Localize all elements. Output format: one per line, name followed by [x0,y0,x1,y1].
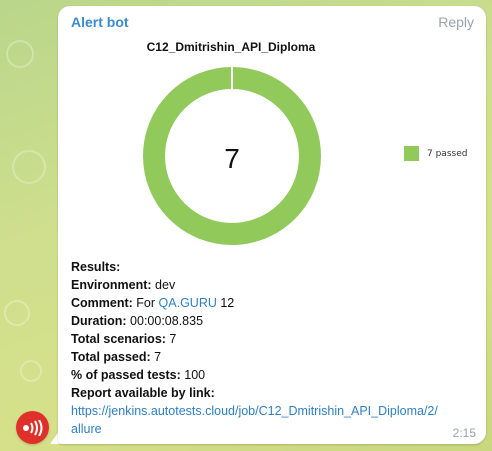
total-scenarios-label: Total scenarios: [71,332,166,346]
total-passed-value: 7 [154,350,162,364]
environment-label: Environment: [71,278,152,292]
background-doodle [12,150,46,184]
background-doodle [20,360,42,382]
bot-avatar[interactable] [16,411,49,444]
duration-label: Duration: [71,314,127,328]
comment-suffix: 12 [220,296,235,310]
total-scenarios-row: Total scenarios: 7 [71,330,481,348]
total-scenarios-value: 7 [169,332,177,346]
comment-label: Comment: [71,296,133,310]
qa-guru-link[interactable]: QA.GURU [159,296,217,310]
donut-chart: 7 [143,66,321,245]
results-heading: Results: [71,260,121,274]
legend-label-passed: 7 passed [427,148,468,159]
environment-row: Environment: dev [71,276,481,294]
background-doodle [6,40,34,68]
legend-swatch-passed [404,146,419,161]
percent-passed-row: % of passed tests: 100 [71,366,481,384]
message-bubble: Alert bot Reply C12_Dmitrishin_API_Diplo… [58,6,486,444]
percent-passed-value: 100 [184,368,206,382]
donut-center-value: 7 [224,143,240,174]
report-link-label: Report available by link: [71,386,215,400]
total-passed-row: Total passed: 7 [71,348,481,366]
environment-value: dev [155,278,176,292]
duration-row: Duration: 00:00:08.835 [71,312,481,330]
chart-title: C12_Dmitrishin_API_Diploma [146,40,316,54]
message-timestamp: 2:15 [452,426,476,440]
percent-passed-label: % of passed tests: [71,368,181,382]
report-text: Results: Environment: dev Comment: For Q… [71,258,481,438]
duration-value: 00:00:08.835 [130,314,204,328]
report-link-continued[interactable]: allure [71,420,481,438]
chart-legend: 7 passed [404,146,467,161]
reply-button[interactable]: Reply [438,14,474,30]
report-link[interactable]: https://jenkins.autotests.cloud/job/C12_… [71,402,481,420]
background-doodle [4,300,30,326]
total-passed-label: Total passed: [71,350,151,364]
comment-row: Comment: For QA.GURU 12 [71,294,481,312]
broadcast-icon [22,419,42,436]
sender-name[interactable]: Alert bot [71,14,129,30]
comment-prefix: For [136,296,156,310]
